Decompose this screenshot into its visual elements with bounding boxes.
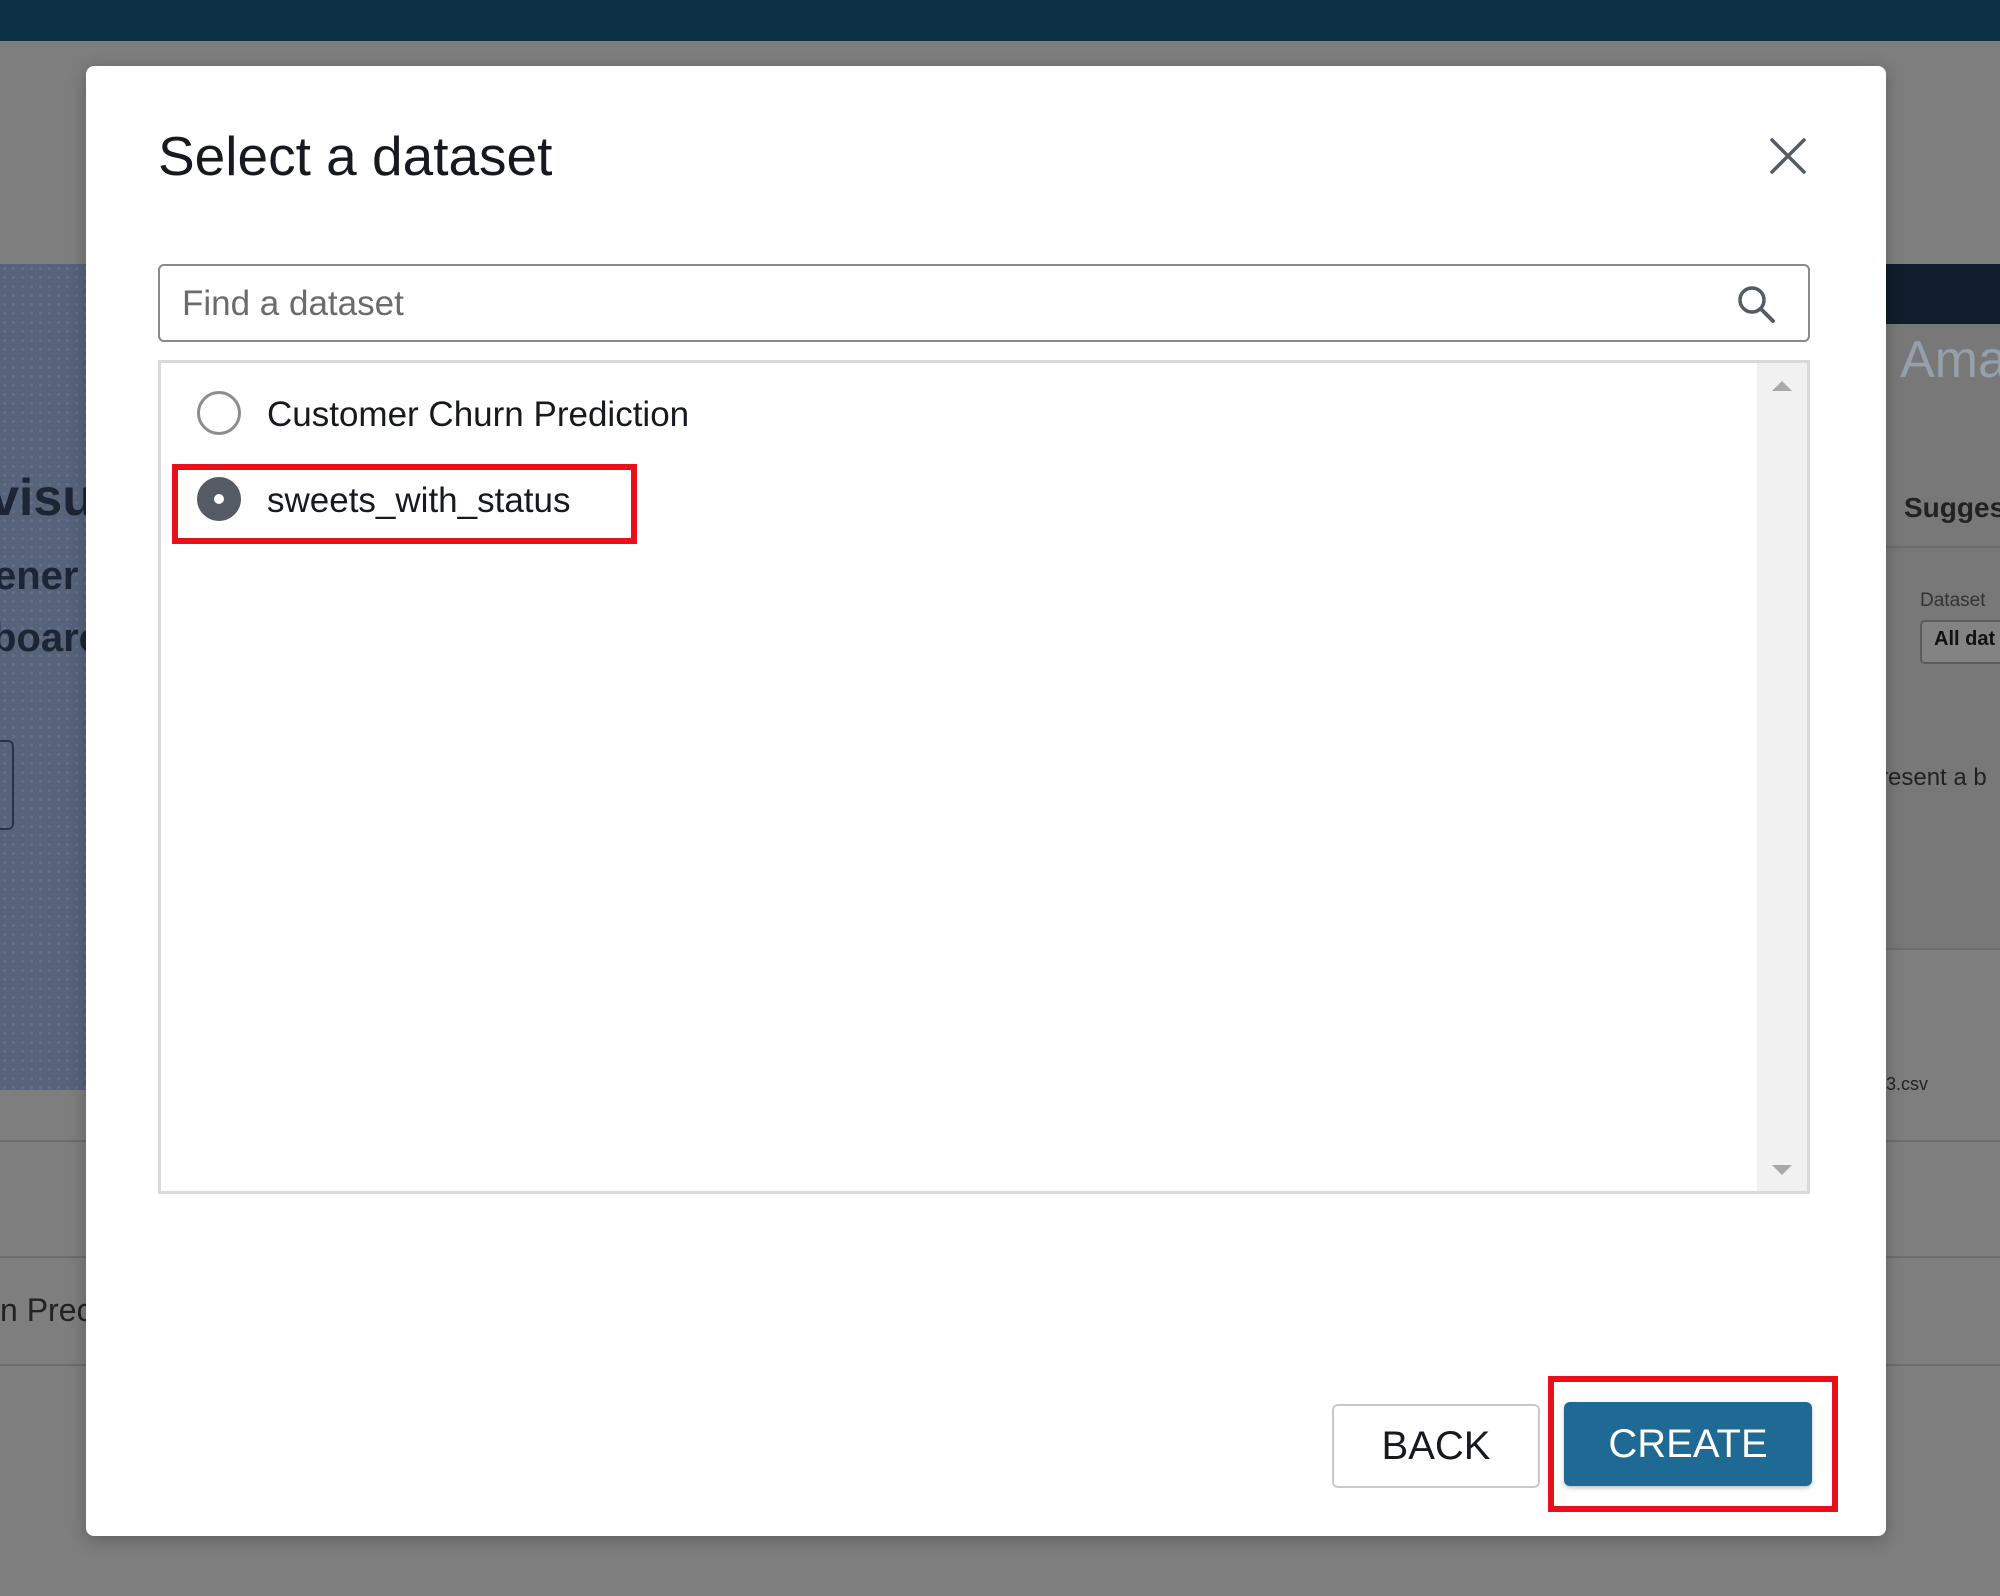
chevron-down-icon — [1772, 1165, 1792, 1175]
background-right-filter-value: All dat — [1934, 628, 1996, 650]
list-scrollbar[interactable] — [1757, 363, 1807, 1191]
background-right-filter-label: Dataset — [1920, 590, 1986, 611]
background-right-brand: Ama — [1900, 331, 2000, 389]
chevron-up-icon — [1772, 381, 1792, 391]
dataset-option-label: Customer Churn Prediction — [267, 395, 690, 434]
dataset-list: Customer Churn Prediction sweets_with_st… — [158, 360, 1810, 1194]
dataset-option-label: sweets_with_status — [267, 481, 571, 520]
dataset-search-box — [158, 264, 1810, 342]
background-divider — [1886, 948, 2000, 950]
radio-button-selected[interactable] — [197, 477, 241, 521]
background-divider — [1886, 1364, 2000, 1366]
dataset-search-input[interactable] — [180, 276, 1724, 332]
background-divider — [1886, 546, 2000, 548]
background-divider — [1886, 1140, 2000, 1142]
modal-title: Select a dataset — [158, 125, 553, 187]
background-right-tab: Sugges — [1904, 492, 2000, 523]
background-hero-banner: visua ener boarc — [0, 264, 123, 1090]
close-button[interactable] — [1766, 134, 1810, 178]
search-icon — [1738, 286, 1775, 323]
scroll-up-button[interactable] — [1757, 373, 1807, 403]
background-right-file: 3.csv — [1886, 1074, 1929, 1094]
background-divider — [1886, 1256, 2000, 1258]
create-button[interactable]: CREATE — [1564, 1402, 1812, 1486]
background-hero-button — [0, 740, 14, 830]
select-dataset-modal: Select a dataset Customer Churn Predicti… — [86, 66, 1886, 1536]
background-hero-line-2: ener — [0, 554, 79, 598]
app-top-bar — [0, 0, 2000, 41]
background-divider — [0, 1256, 86, 1258]
close-icon — [1770, 138, 1806, 174]
search-button[interactable] — [1734, 282, 1778, 326]
background-right-header — [1886, 264, 2000, 324]
background-right-hint: resent a b — [1880, 764, 1987, 791]
radio-button[interactable] — [197, 391, 241, 435]
back-button[interactable]: BACK — [1332, 1404, 1540, 1488]
background-table-row-text: n Prec — [0, 1292, 93, 1328]
background-right-filter-select: All dat — [1920, 620, 2000, 664]
scroll-down-button[interactable] — [1757, 1157, 1807, 1187]
background-divider — [0, 1140, 86, 1142]
background-divider — [0, 1364, 86, 1366]
